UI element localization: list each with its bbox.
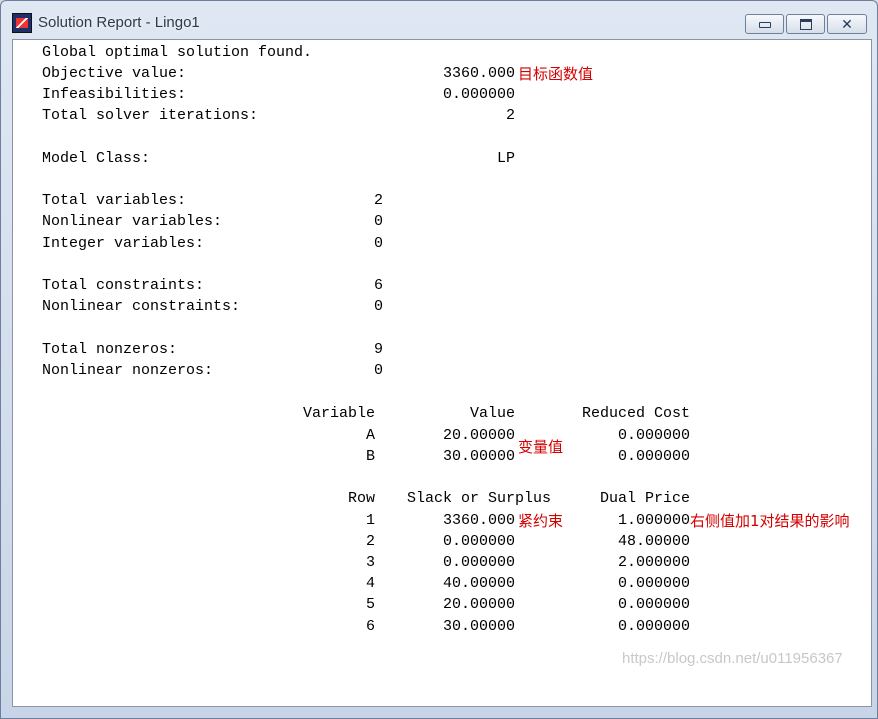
close-button[interactable]: ✕ — [827, 14, 867, 34]
total-nonzeros-value: 9 — [373, 341, 383, 358]
row-column-header: Row — [347, 490, 375, 507]
objective-label: Objective value: — [42, 65, 187, 82]
iterations-value: 2 — [505, 107, 515, 124]
variable-value: 30.00000 — [442, 448, 515, 465]
infeasibilities-label: Infeasibilities: — [42, 86, 187, 103]
variable-column-header: Variable — [302, 405, 375, 422]
variable-name: B — [365, 448, 375, 465]
row-number: 3 — [365, 554, 375, 571]
solution-report-window: Solution Report - Lingo1 ✕ Global optima… — [0, 0, 878, 719]
iterations-label: Total solver iterations: — [42, 107, 259, 124]
row-number: 1 — [365, 512, 375, 529]
row-slack: 30.00000 — [442, 618, 515, 635]
tight-constraint-annotation: 紧约束 — [518, 512, 564, 530]
reduced-cost-column-header: Reduced Cost — [581, 405, 690, 422]
close-icon: ✕ — [841, 16, 853, 32]
value-column-header: Value — [469, 405, 515, 422]
row-dual-price: 0.000000 — [617, 618, 690, 635]
total-constraints-value: 6 — [373, 277, 383, 294]
objective-value: 3360.000 — [442, 65, 515, 82]
row-slack: 0.000000 — [442, 554, 515, 571]
model-class-value: LP — [496, 150, 515, 167]
variables-annotation: 变量值 — [518, 438, 564, 456]
variable-value: 20.00000 — [442, 427, 515, 444]
total-nonzeros-label: Total nonzeros: — [42, 341, 178, 358]
nonlinear-constraints-value: 0 — [373, 298, 383, 315]
row-slack: 0.000000 — [442, 533, 515, 550]
variable-reduced-cost: 0.000000 — [617, 427, 690, 444]
maximize-icon — [799, 19, 812, 30]
row-slack: 40.00000 — [442, 575, 515, 592]
maximize-button[interactable] — [786, 14, 825, 34]
row-number: 2 — [365, 533, 375, 550]
window-title: Solution Report - Lingo1 — [38, 14, 200, 31]
lingo-app-icon — [12, 13, 32, 33]
variable-reduced-cost: 0.000000 — [617, 448, 690, 465]
variable-name: A — [365, 427, 375, 444]
infeasibilities-value: 0.000000 — [442, 86, 515, 103]
total-variables-label: Total variables: — [42, 192, 187, 209]
objective-annotation: 目标函数值 — [518, 65, 594, 83]
minimize-button[interactable] — [745, 14, 784, 34]
row-dual-price: 1.000000 — [617, 512, 690, 529]
row-number: 6 — [365, 618, 375, 635]
model-class-label: Model Class: — [42, 150, 151, 167]
row-dual-price: 48.00000 — [617, 533, 690, 550]
row-number: 5 — [365, 596, 375, 613]
row-slack: 20.00000 — [442, 596, 515, 613]
row-dual-price: 0.000000 — [617, 575, 690, 592]
nonlinear-nonzeros-label: Nonlinear nonzeros: — [42, 362, 214, 379]
report-text-area[interactable]: Global optimal solution found. Objective… — [12, 39, 872, 707]
dual-price-annotation: 右侧值加1对结果的影响 — [690, 512, 850, 530]
integer-variables-value: 0 — [373, 235, 383, 252]
watermark: https://blog.csdn.net/u011956367 — [622, 650, 843, 667]
title-bar[interactable]: Solution Report - Lingo1 ✕ — [1, 1, 877, 39]
integer-variables-label: Integer variables: — [42, 235, 205, 252]
nonlinear-constraints-label: Nonlinear constraints: — [42, 298, 241, 315]
row-dual-price: 2.000000 — [617, 554, 690, 571]
total-variables-value: 2 — [373, 192, 383, 209]
nonlinear-variables-value: 0 — [373, 213, 383, 230]
slack-column-header: Slack or Surplus — [406, 490, 551, 507]
row-slack: 3360.000 — [442, 512, 515, 529]
total-constraints-label: Total constraints: — [42, 277, 205, 294]
nonlinear-variables-label: Nonlinear variables: — [42, 213, 223, 230]
status-line: Global optimal solution found. — [42, 44, 313, 61]
minimize-icon — [758, 22, 771, 28]
row-number: 4 — [365, 575, 375, 592]
dual-price-column-header: Dual Price — [599, 490, 690, 507]
nonlinear-nonzeros-value: 0 — [373, 362, 383, 379]
row-dual-price: 0.000000 — [617, 596, 690, 613]
